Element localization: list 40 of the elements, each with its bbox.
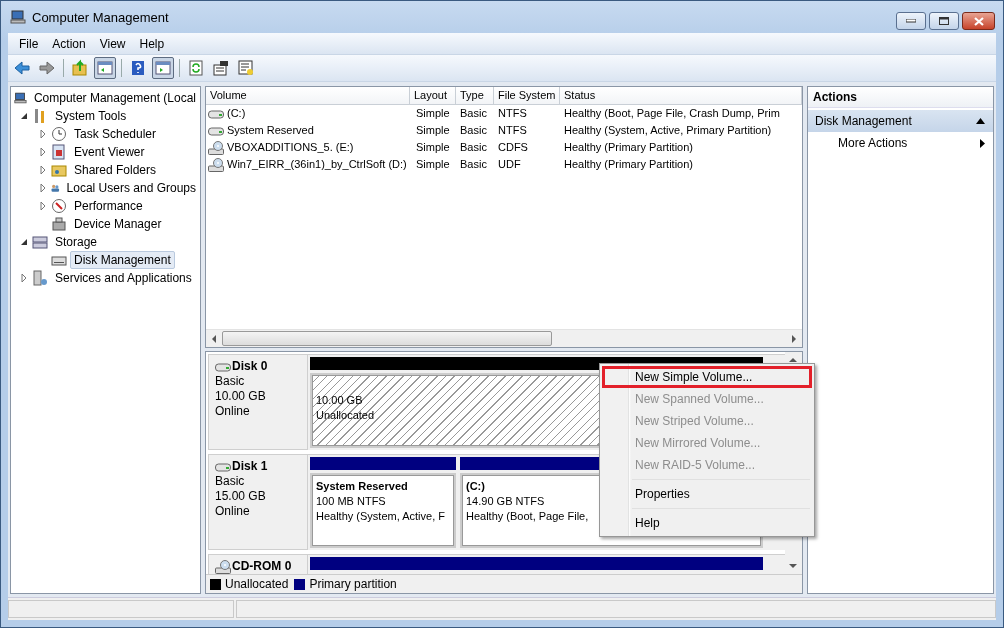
table-cell-text: Healthy (System, Active, Primary Partition): [563, 123, 773, 138]
table-cell-text: Basic: [459, 140, 488, 155]
partition-status: Healthy (System, Active, F: [316, 509, 445, 524]
table-cell-text: System Reserved: [227, 123, 314, 138]
disk-name: Disk 1: [232, 459, 268, 474]
legend-label: Primary partition: [309, 577, 397, 591]
disk-name: Disk 0: [232, 359, 268, 374]
table-cell-text: VBOXADDITIONS_5. (E:): [227, 140, 354, 155]
disk-info: 15.00 GB: [215, 489, 267, 504]
table-cell-text: NTFS: [497, 106, 528, 121]
partition-size: 14.90 GB NTFS: [466, 494, 545, 509]
disk-info: Basic: [215, 474, 246, 489]
table-cell-text: Basic: [459, 157, 488, 172]
window-title: Computer Management: [32, 9, 169, 25]
legend-label: Unallocated: [225, 577, 289, 591]
disk-info: 10.00 GB: [215, 389, 267, 404]
table-cell-text: Simple: [415, 140, 451, 155]
partition-status: Unallocated: [316, 408, 375, 423]
table-cell-text: Healthy (Boot, Page File, Crash Dump, Prim: [563, 106, 781, 121]
table-cell-text: NTFS: [497, 123, 528, 138]
table-cell-text: (C:): [227, 106, 246, 121]
disk-name: CD-ROM 0: [232, 559, 292, 574]
table-cell-text: Simple: [415, 106, 451, 121]
table-cell-text: Win7_EIRR_(36in1)_by_CtrlSoft (D:): [227, 157, 407, 172]
table-cell-text: CDFS: [497, 140, 529, 155]
table-cell-text: Simple: [415, 123, 451, 138]
partition-status: Healthy (Boot, Page File,: [466, 509, 589, 524]
disk-info: Basic: [215, 374, 246, 389]
table-cell-text: Healthy (Primary Partition): [563, 157, 694, 172]
partition-size: 100 MB NTFS: [316, 494, 386, 509]
partition-size: 10.00 GB: [316, 393, 363, 408]
partition-label: (C:): [466, 479, 485, 494]
table-cell-text: Basic: [459, 123, 488, 138]
partition-label: System Reserved: [316, 479, 408, 494]
table-cell-text: Simple: [415, 157, 451, 172]
disk-info: Online: [215, 504, 251, 519]
disk-info: Online: [215, 404, 251, 419]
table-cell-text: UDF: [497, 157, 522, 172]
table-cell-text: Basic: [459, 106, 488, 121]
table-cell-text: Healthy (Primary Partition): [563, 140, 694, 155]
